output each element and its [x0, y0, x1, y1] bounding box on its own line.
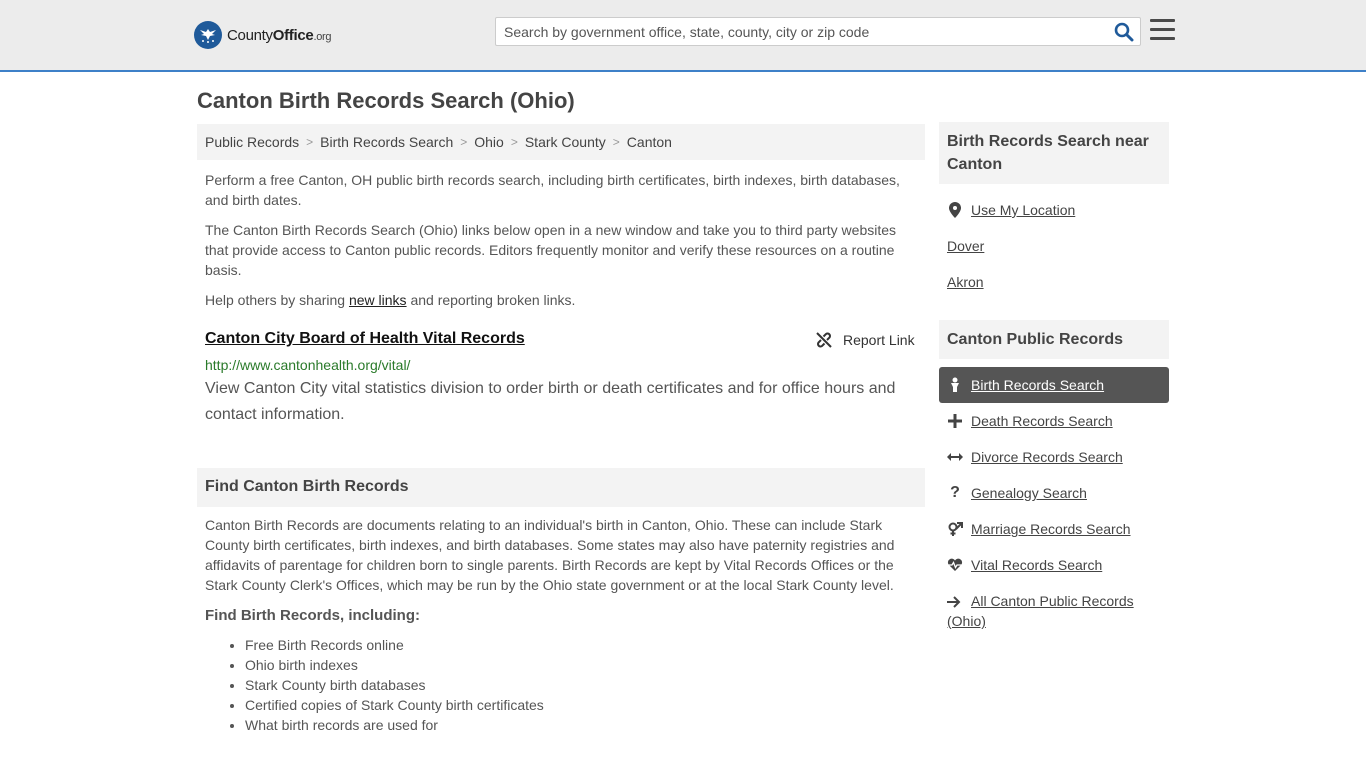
- heartbeat-icon: [947, 557, 963, 573]
- breadcrumb-ohio[interactable]: Ohio: [474, 134, 504, 150]
- site-logo[interactable]: CountyOffice.org: [194, 20, 332, 50]
- sidebar-item-vital-records[interactable]: Vital Records Search: [939, 547, 1169, 583]
- birth-records-link[interactable]: Birth Records Search: [971, 377, 1104, 393]
- find-records-subheading: Find Birth Records, including:: [205, 607, 420, 624]
- cross-icon: [947, 413, 963, 429]
- page-title: Canton Birth Records Search (Ohio): [197, 88, 575, 113]
- site-header: CountyOffice.org: [0, 0, 1366, 72]
- sidebar-item-divorce-records[interactable]: Divorce Records Search: [939, 439, 1169, 475]
- result-description: View Canton City vital statistics divisi…: [205, 380, 896, 423]
- report-link-label: Report Link: [843, 332, 915, 348]
- result-url: http://www.cantonhealth.org/vital/: [205, 357, 411, 373]
- search-input[interactable]: [496, 18, 1106, 45]
- dover-link[interactable]: Dover: [947, 238, 984, 254]
- search-box: [495, 17, 1141, 46]
- breadcrumb-birth-records[interactable]: Birth Records Search: [320, 134, 453, 150]
- find-records-heading: Find Canton Birth Records: [197, 468, 925, 507]
- intro-paragraph-1: Perform a free Canton, OH public birth r…: [205, 172, 900, 208]
- sidebar-item-akron[interactable]: Akron: [939, 264, 1169, 300]
- baby-icon: [947, 377, 963, 393]
- nearby-heading: Birth Records Search near Canton: [939, 122, 1169, 184]
- eagle-seal-icon: [194, 21, 222, 49]
- breadcrumb-stark-county[interactable]: Stark County: [525, 134, 606, 150]
- divorce-records-link[interactable]: Divorce Records Search: [971, 449, 1123, 465]
- list-item: Certified copies of Stark County birth c…: [245, 695, 544, 715]
- report-link-button[interactable]: Report Link: [815, 331, 915, 349]
- sidebar-item-dover[interactable]: Dover: [939, 228, 1169, 264]
- logo-text: CountyOffice.org: [227, 26, 332, 44]
- sidebar-item-use-location[interactable]: Use My Location: [939, 192, 1169, 228]
- list-item: Free Birth Records online: [245, 635, 544, 655]
- breadcrumb-canton: Canton: [626, 134, 672, 150]
- hamburger-icon[interactable]: [1150, 19, 1175, 41]
- death-records-link[interactable]: Death Records Search: [971, 413, 1113, 429]
- arrows-horizontal-icon: [947, 449, 963, 465]
- magnifier-icon: [1114, 22, 1134, 42]
- find-records-list: Free Birth Records online Ohio birth ind…: [245, 635, 544, 735]
- list-item: Ohio birth indexes: [245, 655, 544, 675]
- list-item: Stark County birth databases: [245, 675, 544, 695]
- public-records-heading: Canton Public Records: [939, 320, 1169, 359]
- intro-paragraph-2: The Canton Birth Records Search (Ohio) l…: [205, 222, 897, 278]
- sidebar-item-birth-records[interactable]: Birth Records Search: [939, 367, 1169, 403]
- akron-link[interactable]: Akron: [947, 274, 984, 290]
- sidebar-item-marriage-records[interactable]: Marriage Records Search: [939, 511, 1169, 547]
- map-pin-icon: [947, 202, 963, 218]
- all-records-link[interactable]: All Canton Public Records (Ohio): [947, 591, 1139, 631]
- search-button[interactable]: [1114, 22, 1134, 42]
- genealogy-link[interactable]: Genealogy Search: [971, 485, 1087, 501]
- chevron-right-icon: >: [612, 135, 620, 149]
- use-location-link[interactable]: Use My Location: [971, 202, 1075, 218]
- breadcrumb-public-records[interactable]: Public Records: [205, 134, 299, 150]
- chevron-right-icon: >: [460, 135, 468, 149]
- breadcrumb: Public Records > Birth Records Search > …: [197, 124, 925, 160]
- question-icon: ?: [950, 484, 960, 501]
- arrow-right-icon: [947, 594, 963, 610]
- find-records-body: Canton Birth Records are documents relat…: [205, 517, 895, 593]
- sidebar-item-genealogy[interactable]: ? Genealogy Search: [939, 475, 1169, 511]
- result-title-link[interactable]: Canton City Board of Health Vital Record…: [205, 330, 525, 348]
- intro-paragraph-3: Help others by sharing new links and rep…: [205, 292, 576, 308]
- marriage-records-link[interactable]: Marriage Records Search: [971, 521, 1131, 537]
- chevron-right-icon: >: [510, 135, 518, 149]
- new-links-link[interactable]: new links: [349, 292, 407, 308]
- sidebar-item-all-records[interactable]: All Canton Public Records (Ohio): [939, 591, 1139, 635]
- vital-records-link[interactable]: Vital Records Search: [971, 557, 1102, 573]
- broken-link-icon: [816, 332, 832, 348]
- gender-icon: [947, 521, 963, 537]
- chevron-right-icon: >: [306, 135, 314, 149]
- list-item: What birth records are used for: [245, 715, 544, 735]
- sidebar-item-death-records[interactable]: Death Records Search: [939, 403, 1169, 439]
